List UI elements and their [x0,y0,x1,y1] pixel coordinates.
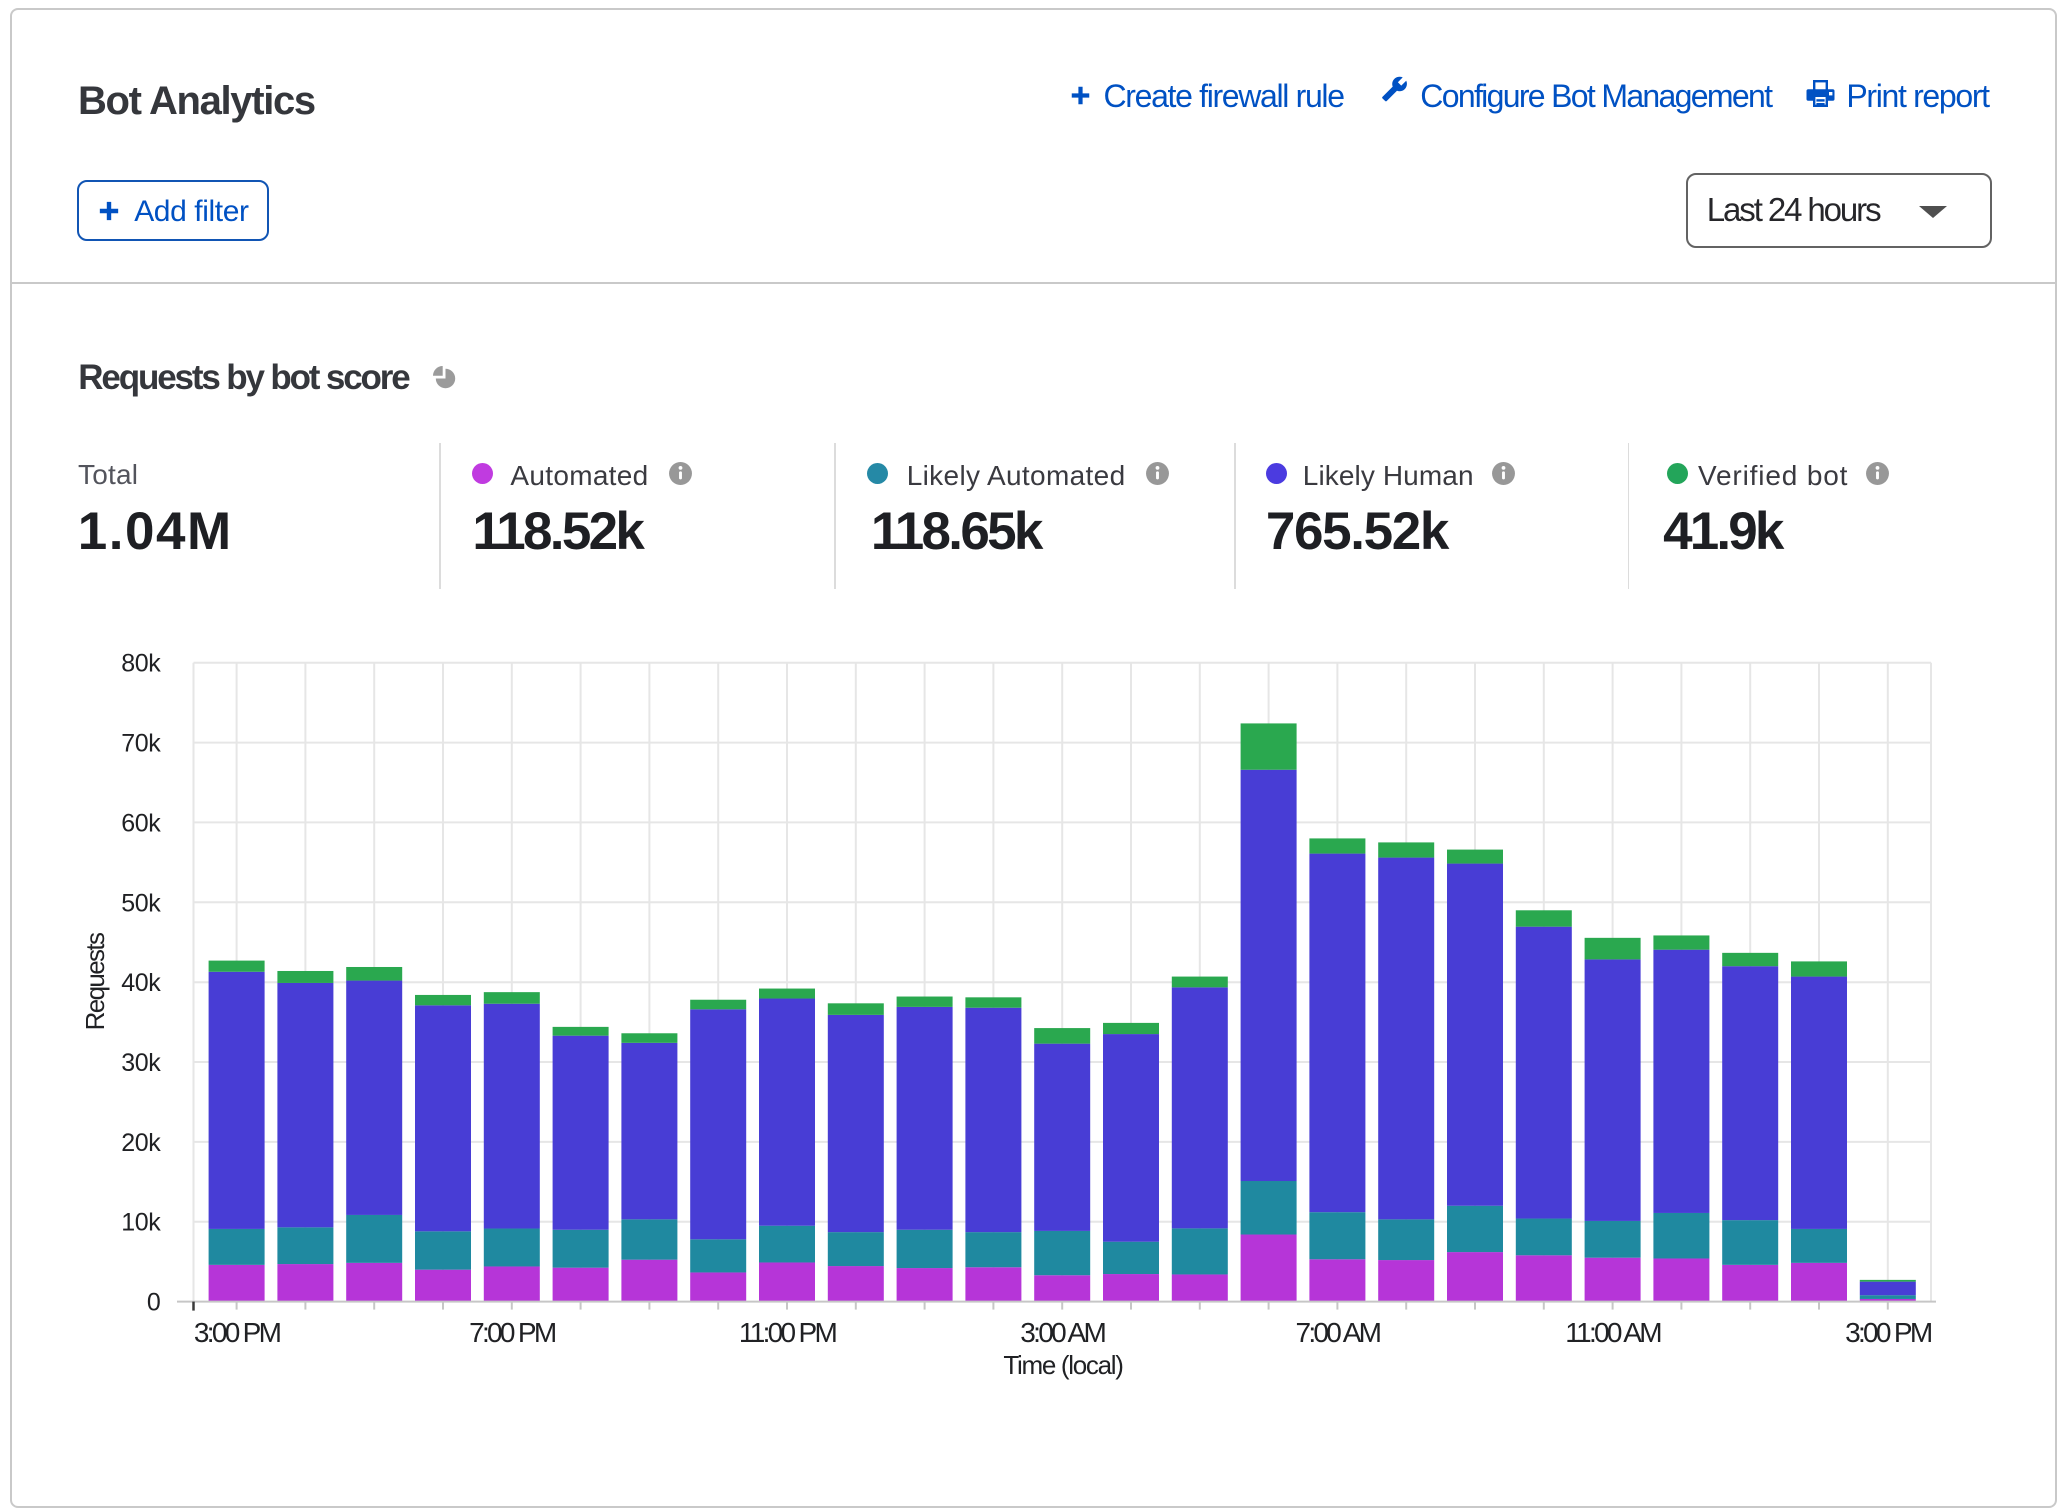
svg-text:70k: 70k [121,730,161,758]
svg-text:Time (local): Time (local) [1003,1350,1123,1380]
svg-text:3:00 PM: 3:00 PM [1845,1317,1932,1348]
svg-text:11:00 PM: 11:00 PM [739,1317,837,1348]
svg-text:60k: 60k [121,809,161,837]
svg-text:3:00 AM: 3:00 AM [1020,1317,1105,1348]
svg-text:11:00 AM: 11:00 AM [1565,1317,1661,1348]
svg-text:40k: 40k [121,969,161,997]
svg-text:Requests: Requests [80,932,110,1030]
svg-text:7:00 AM: 7:00 AM [1295,1317,1380,1348]
svg-text:10k: 10k [121,1209,161,1237]
svg-text:0: 0 [147,1289,161,1317]
svg-text:20k: 20k [121,1129,161,1157]
svg-text:50k: 50k [121,889,161,917]
svg-text:30k: 30k [121,1049,161,1077]
svg-text:7:00 PM: 7:00 PM [469,1317,556,1348]
svg-text:3:00 PM: 3:00 PM [194,1317,281,1348]
svg-text:80k: 80k [121,650,161,678]
